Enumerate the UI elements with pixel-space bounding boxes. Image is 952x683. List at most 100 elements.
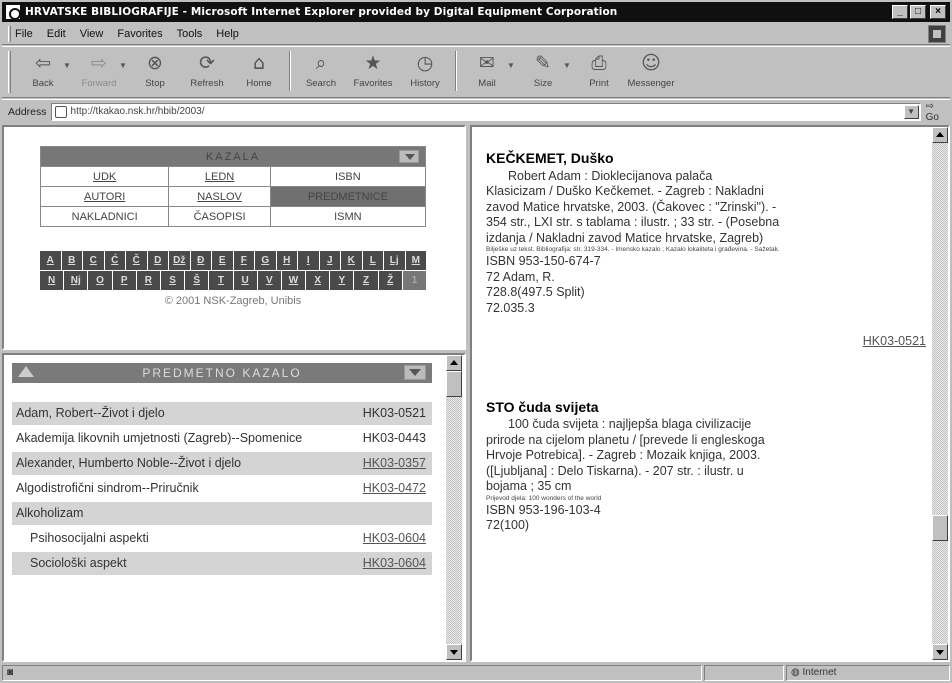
record-id-link[interactable]: HK03-0357 xyxy=(360,456,426,471)
letter-link-k[interactable]: K xyxy=(341,251,362,270)
letter-link-z[interactable]: Z xyxy=(354,271,378,290)
letter-link-lj[interactable]: Lj xyxy=(384,251,405,270)
letter-link-x[interactable]: X xyxy=(306,271,330,290)
letter-link-ž[interactable]: Ž xyxy=(378,271,402,290)
index-link-nakladnici[interactable]: NAKLADNICI xyxy=(39,206,170,227)
letter-link-s[interactable]: S xyxy=(160,271,185,290)
subject-row[interactable]: Alexander, Humberto Noble--Život i djelo… xyxy=(12,452,432,477)
index-link-udk[interactable]: UDK xyxy=(39,166,170,187)
index-link-ismn[interactable]: ISMN xyxy=(269,206,427,227)
subject-term[interactable]: Adam, Robert--Život i djelo xyxy=(16,406,363,421)
letter-link-p[interactable]: P xyxy=(112,271,136,290)
maximize-button[interactable]: □ xyxy=(910,5,926,19)
subject-row[interactable]: Psihosocijalni aspekti HK03-0604 xyxy=(12,527,432,552)
scroll-thumb[interactable] xyxy=(446,371,462,397)
letter-link-dž[interactable]: Dž xyxy=(169,251,190,270)
subject-term[interactable]: Akademija likovnih umjetnosti (Zagreb)--… xyxy=(16,431,360,446)
subject-row[interactable]: Sociološki aspekt HK03-0604 xyxy=(12,552,432,577)
letter-link-b[interactable]: B xyxy=(61,251,82,270)
size-dropdown-icon[interactable]: ▼ xyxy=(563,61,573,70)
go-button[interactable]: ⇨ Go xyxy=(926,101,950,123)
menu-tools[interactable]: Tools xyxy=(177,28,203,40)
history-button[interactable]: ◷ History xyxy=(399,51,451,95)
letter-link-đ[interactable]: Đ xyxy=(190,251,211,270)
letter-link-g[interactable]: G xyxy=(255,251,276,270)
subject-row[interactable]: Akademija likovnih umjetnosti (Zagreb)--… xyxy=(12,427,432,452)
menu-grip[interactable] xyxy=(8,25,11,42)
index-link-autori[interactable]: AUTORI xyxy=(39,186,170,207)
letter-link-ć[interactable]: Ć xyxy=(104,251,125,270)
dropdown-icon[interactable] xyxy=(404,365,426,380)
subject-term[interactable]: Algodistrofični sindrom--Priručnik xyxy=(16,481,363,496)
scroll-up-button[interactable] xyxy=(446,355,462,371)
index-link-predmetnice[interactable]: PREDMETNICE xyxy=(269,186,427,207)
close-button[interactable]: × xyxy=(930,5,946,19)
letter-link-u[interactable]: U xyxy=(233,271,257,290)
letter-link-l[interactable]: L xyxy=(362,251,383,270)
refresh-button[interactable]: ⟳ Refresh xyxy=(181,51,233,95)
favorites-button[interactable]: ★ Favorites xyxy=(347,51,399,95)
search-button[interactable]: ⌕ Search xyxy=(295,51,347,95)
letter-link-j[interactable]: J xyxy=(319,251,340,270)
index-link-ledn[interactable]: LEDN xyxy=(168,166,271,187)
menu-help[interactable]: Help xyxy=(216,28,239,40)
minimize-button[interactable]: _ xyxy=(892,5,908,19)
index-link-časopisi[interactable]: ČASOPISI xyxy=(168,206,271,227)
record-id[interactable]: HK03-0604 xyxy=(363,556,426,570)
letter-link-f[interactable]: F xyxy=(233,251,254,270)
record-id[interactable]: HK03-0604 xyxy=(363,531,426,545)
letter-link-nj[interactable]: Nj xyxy=(64,271,88,290)
subject-row[interactable]: Algodistrofični sindrom--Priručnik HK03-0… xyxy=(12,477,432,502)
subject-term[interactable]: Alexander, Humberto Noble--Život i djelo xyxy=(16,456,360,471)
forward-dropdown-icon[interactable]: ▼ xyxy=(119,61,129,70)
subject-term[interactable]: Alkoholizam xyxy=(16,506,426,521)
address-input[interactable]: http://tkakao.nsk.hr/hbib/2003/ ▼ xyxy=(50,102,921,121)
letter-link-y[interactable]: Y xyxy=(330,271,354,290)
stop-button[interactable]: ⊗ Stop xyxy=(129,51,181,95)
menu-favorites[interactable]: Favorites xyxy=(117,28,162,40)
index-link-isbn[interactable]: ISBN xyxy=(269,166,427,187)
letter-link-č[interactable]: Č xyxy=(126,251,147,270)
scroll-down-button[interactable] xyxy=(446,644,462,660)
back-button[interactable]: ⇦ Back xyxy=(17,51,69,95)
letter-link-i[interactable]: I xyxy=(298,251,319,270)
address-value[interactable]: http://tkakao.nsk.hr/hbib/2003/ xyxy=(71,106,205,117)
letter-link-o[interactable]: O xyxy=(88,271,112,290)
home-button[interactable]: ⌂ Home xyxy=(233,51,285,95)
letter-link-d[interactable]: D xyxy=(147,251,168,270)
back-dropdown-icon[interactable]: ▼ xyxy=(63,61,73,70)
menu-file[interactable]: File xyxy=(15,28,33,40)
letter-link-1[interactable]: 1 xyxy=(402,271,426,290)
index-scrollbar[interactable] xyxy=(446,355,462,660)
address-dropdown-button[interactable]: ▼ xyxy=(903,104,919,119)
record-id-link[interactable]: HK03-0604 xyxy=(363,556,426,571)
letter-link-e[interactable]: E xyxy=(212,251,233,270)
letter-link-r[interactable]: R xyxy=(136,271,160,290)
letter-link-v[interactable]: V xyxy=(257,271,281,290)
letter-link-w[interactable]: W xyxy=(281,271,306,290)
letter-link-a[interactable]: A xyxy=(40,251,61,270)
letter-link-n[interactable]: N xyxy=(40,271,64,290)
main-scrollbar[interactable] xyxy=(932,127,948,660)
record-id[interactable]: HK03-0357 xyxy=(363,456,426,470)
messenger-button[interactable]: ☺ Messenger xyxy=(625,51,677,95)
menu-view[interactable]: View xyxy=(80,28,104,40)
toolbar-grip[interactable] xyxy=(8,51,11,93)
mail-dropdown-icon[interactable]: ▼ xyxy=(507,61,517,70)
print-button[interactable]: ⎙ Print xyxy=(573,51,625,95)
subject-row[interactable]: Adam, Robert--Život i djelo HK03-0521 xyxy=(12,402,432,427)
subject-term[interactable]: Sociološki aspekt xyxy=(16,556,363,571)
menu-edit[interactable]: Edit xyxy=(47,28,66,40)
size-button[interactable]: ✎ Size xyxy=(517,51,569,95)
scroll-top-icon[interactable] xyxy=(18,366,34,377)
letter-link-h[interactable]: H xyxy=(276,251,297,270)
letter-link-c[interactable]: C xyxy=(83,251,104,270)
letter-link-m[interactable]: M xyxy=(405,251,426,270)
record-id-link[interactable]: HK03-0521 xyxy=(486,334,926,350)
subject-term[interactable]: Psihosocijalni aspekti xyxy=(16,531,363,546)
scroll-thumb[interactable] xyxy=(932,515,948,541)
scroll-down-button[interactable] xyxy=(932,644,948,660)
record-id-link[interactable]: HK03-0472 xyxy=(363,481,426,496)
record-id[interactable]: HK03-0472 xyxy=(363,481,426,495)
mail-button[interactable]: ✉ Mail xyxy=(461,51,513,95)
